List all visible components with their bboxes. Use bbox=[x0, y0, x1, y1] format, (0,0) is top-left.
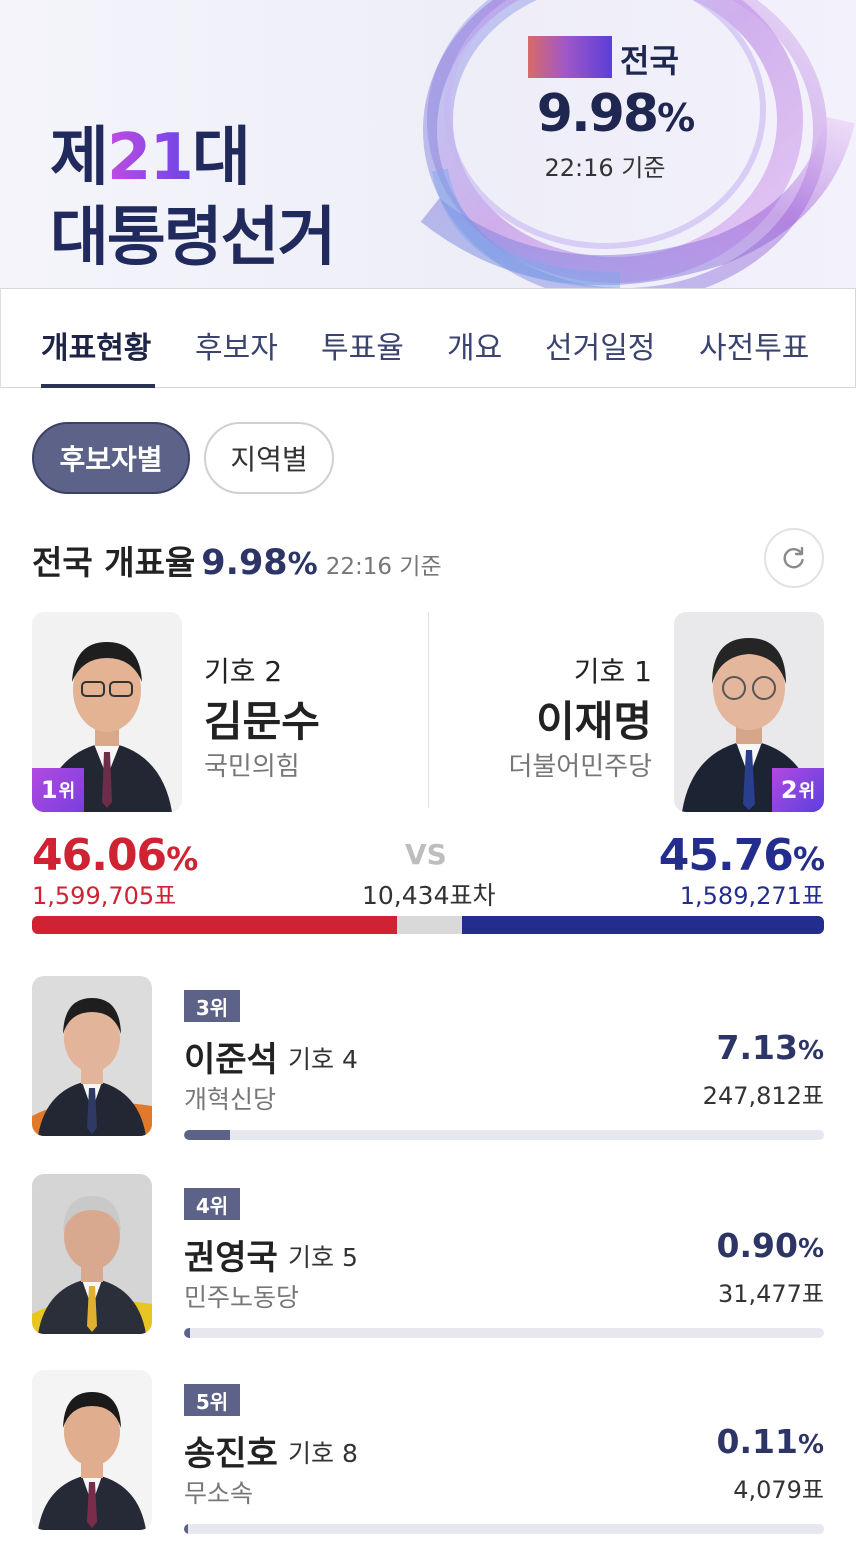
refresh-icon bbox=[783, 546, 804, 569]
election-banner: 제21대 대통령선거 전국 9.98% 22:16 기준 bbox=[0, 0, 856, 288]
active-tab-indicator bbox=[41, 384, 155, 388]
candidate-name[interactable]: 송진호 bbox=[184, 1426, 278, 1475]
refresh-button[interactable] bbox=[764, 528, 824, 588]
candidate-name[interactable]: 권영국 bbox=[184, 1230, 278, 1279]
national-flag-icon bbox=[528, 36, 612, 78]
tab-candidates[interactable]: 후보자 bbox=[195, 323, 278, 367]
portrait-image bbox=[32, 976, 152, 1136]
left-votes: 1,599,705표 bbox=[32, 882, 177, 910]
tab-count-status[interactable]: 개표현황 bbox=[41, 323, 151, 367]
candidate-share-fill bbox=[184, 1130, 230, 1140]
election-title-line1: 제21대 bbox=[50, 121, 251, 195]
candidate-photo-kim[interactable]: 1위 bbox=[32, 612, 182, 812]
candidate-votes: 31,477표 bbox=[717, 1280, 824, 1308]
left-percentage: 46.06% bbox=[32, 830, 198, 881]
tab-overview[interactable]: 개요 bbox=[447, 323, 502, 367]
election-title-line2: 대통령선거 bbox=[50, 201, 336, 275]
national-label: 전국 bbox=[620, 42, 679, 80]
candidate-share-fill bbox=[184, 1524, 188, 1534]
candidate-symbol: 기호 5 bbox=[288, 1243, 358, 1272]
summary-as-of: 22:16 기준 bbox=[325, 554, 442, 580]
candidate-percentage: 0.90% bbox=[716, 1226, 824, 1265]
candidate-votes: 247,812표 bbox=[702, 1082, 824, 1110]
filter-by-region-button[interactable]: 지역별 bbox=[204, 422, 334, 494]
candidate-symbol: 기호 2 bbox=[204, 655, 283, 688]
tab-early-voting[interactable]: 사전투표 bbox=[699, 323, 809, 367]
candidate-votes: 4,079표 bbox=[733, 1476, 824, 1504]
filter-by-candidate-button[interactable]: 후보자별 bbox=[32, 422, 190, 494]
summary-label: 전국 개표율 bbox=[32, 543, 196, 582]
candidate-photo-lee[interactable]: 2위 bbox=[674, 612, 824, 812]
national-summary: 전국 개표율 9.98% 22:16 기준 bbox=[32, 536, 442, 584]
rank-badge: 1위 bbox=[32, 768, 84, 812]
candidate-party: 국민의힘 bbox=[204, 752, 300, 782]
candidate-party: 더불어민주당 bbox=[508, 752, 652, 782]
left-share-fill bbox=[32, 916, 397, 934]
nav-tabs: 개표현황 후보자 투표율 개요 선거일정 사전투표 bbox=[0, 288, 856, 388]
candidate-name[interactable]: 김문수 bbox=[204, 688, 320, 749]
portrait-image bbox=[32, 1174, 152, 1334]
right-share-fill bbox=[461, 916, 824, 934]
candidate-name[interactable]: 이재명 bbox=[536, 688, 652, 749]
candidate-photo[interactable] bbox=[32, 976, 152, 1136]
rank-badge: 4위 bbox=[184, 1188, 240, 1220]
rank-badge: 3위 bbox=[184, 990, 240, 1022]
candidate-symbol: 기호 8 bbox=[288, 1439, 358, 1468]
candidate-symbol: 기호 4 bbox=[288, 1045, 358, 1074]
top-two-progress-bar bbox=[32, 916, 824, 934]
tab-turnout[interactable]: 투표율 bbox=[321, 323, 404, 367]
candidate-share-fill bbox=[184, 1328, 190, 1338]
candidate-party: 개혁신당 bbox=[184, 1085, 277, 1114]
portrait-image bbox=[32, 1370, 152, 1530]
candidate-party: 무소속 bbox=[184, 1479, 254, 1508]
vs-label: VS bbox=[405, 838, 447, 871]
right-votes: 1,589,271표 bbox=[679, 882, 824, 910]
national-as-of: 22:16 기준 bbox=[544, 154, 666, 182]
vote-difference: 10,434표차 bbox=[362, 881, 496, 910]
candidate-party: 민주노동당 bbox=[184, 1283, 300, 1312]
candidate-share-bar bbox=[184, 1130, 824, 1140]
candidate-photo[interactable] bbox=[32, 1370, 152, 1530]
candidate-share-bar bbox=[184, 1524, 824, 1534]
right-percentage: 45.76% bbox=[658, 830, 825, 881]
summary-rate: 9.98% bbox=[201, 543, 318, 583]
candidate-percentage: 0.11% bbox=[716, 1422, 824, 1461]
candidate-percentage: 7.13% bbox=[716, 1028, 824, 1067]
candidate-name[interactable]: 이준석 bbox=[184, 1032, 278, 1081]
rank-badge: 5위 bbox=[184, 1384, 240, 1416]
tab-schedule[interactable]: 선거일정 bbox=[545, 323, 655, 367]
national-rate: 9.98% bbox=[536, 84, 695, 144]
divider bbox=[428, 612, 429, 808]
candidate-symbol: 기호 1 bbox=[573, 655, 652, 688]
candidate-share-bar bbox=[184, 1328, 824, 1338]
rank-badge: 2위 bbox=[772, 768, 824, 812]
candidate-photo[interactable] bbox=[32, 1174, 152, 1334]
